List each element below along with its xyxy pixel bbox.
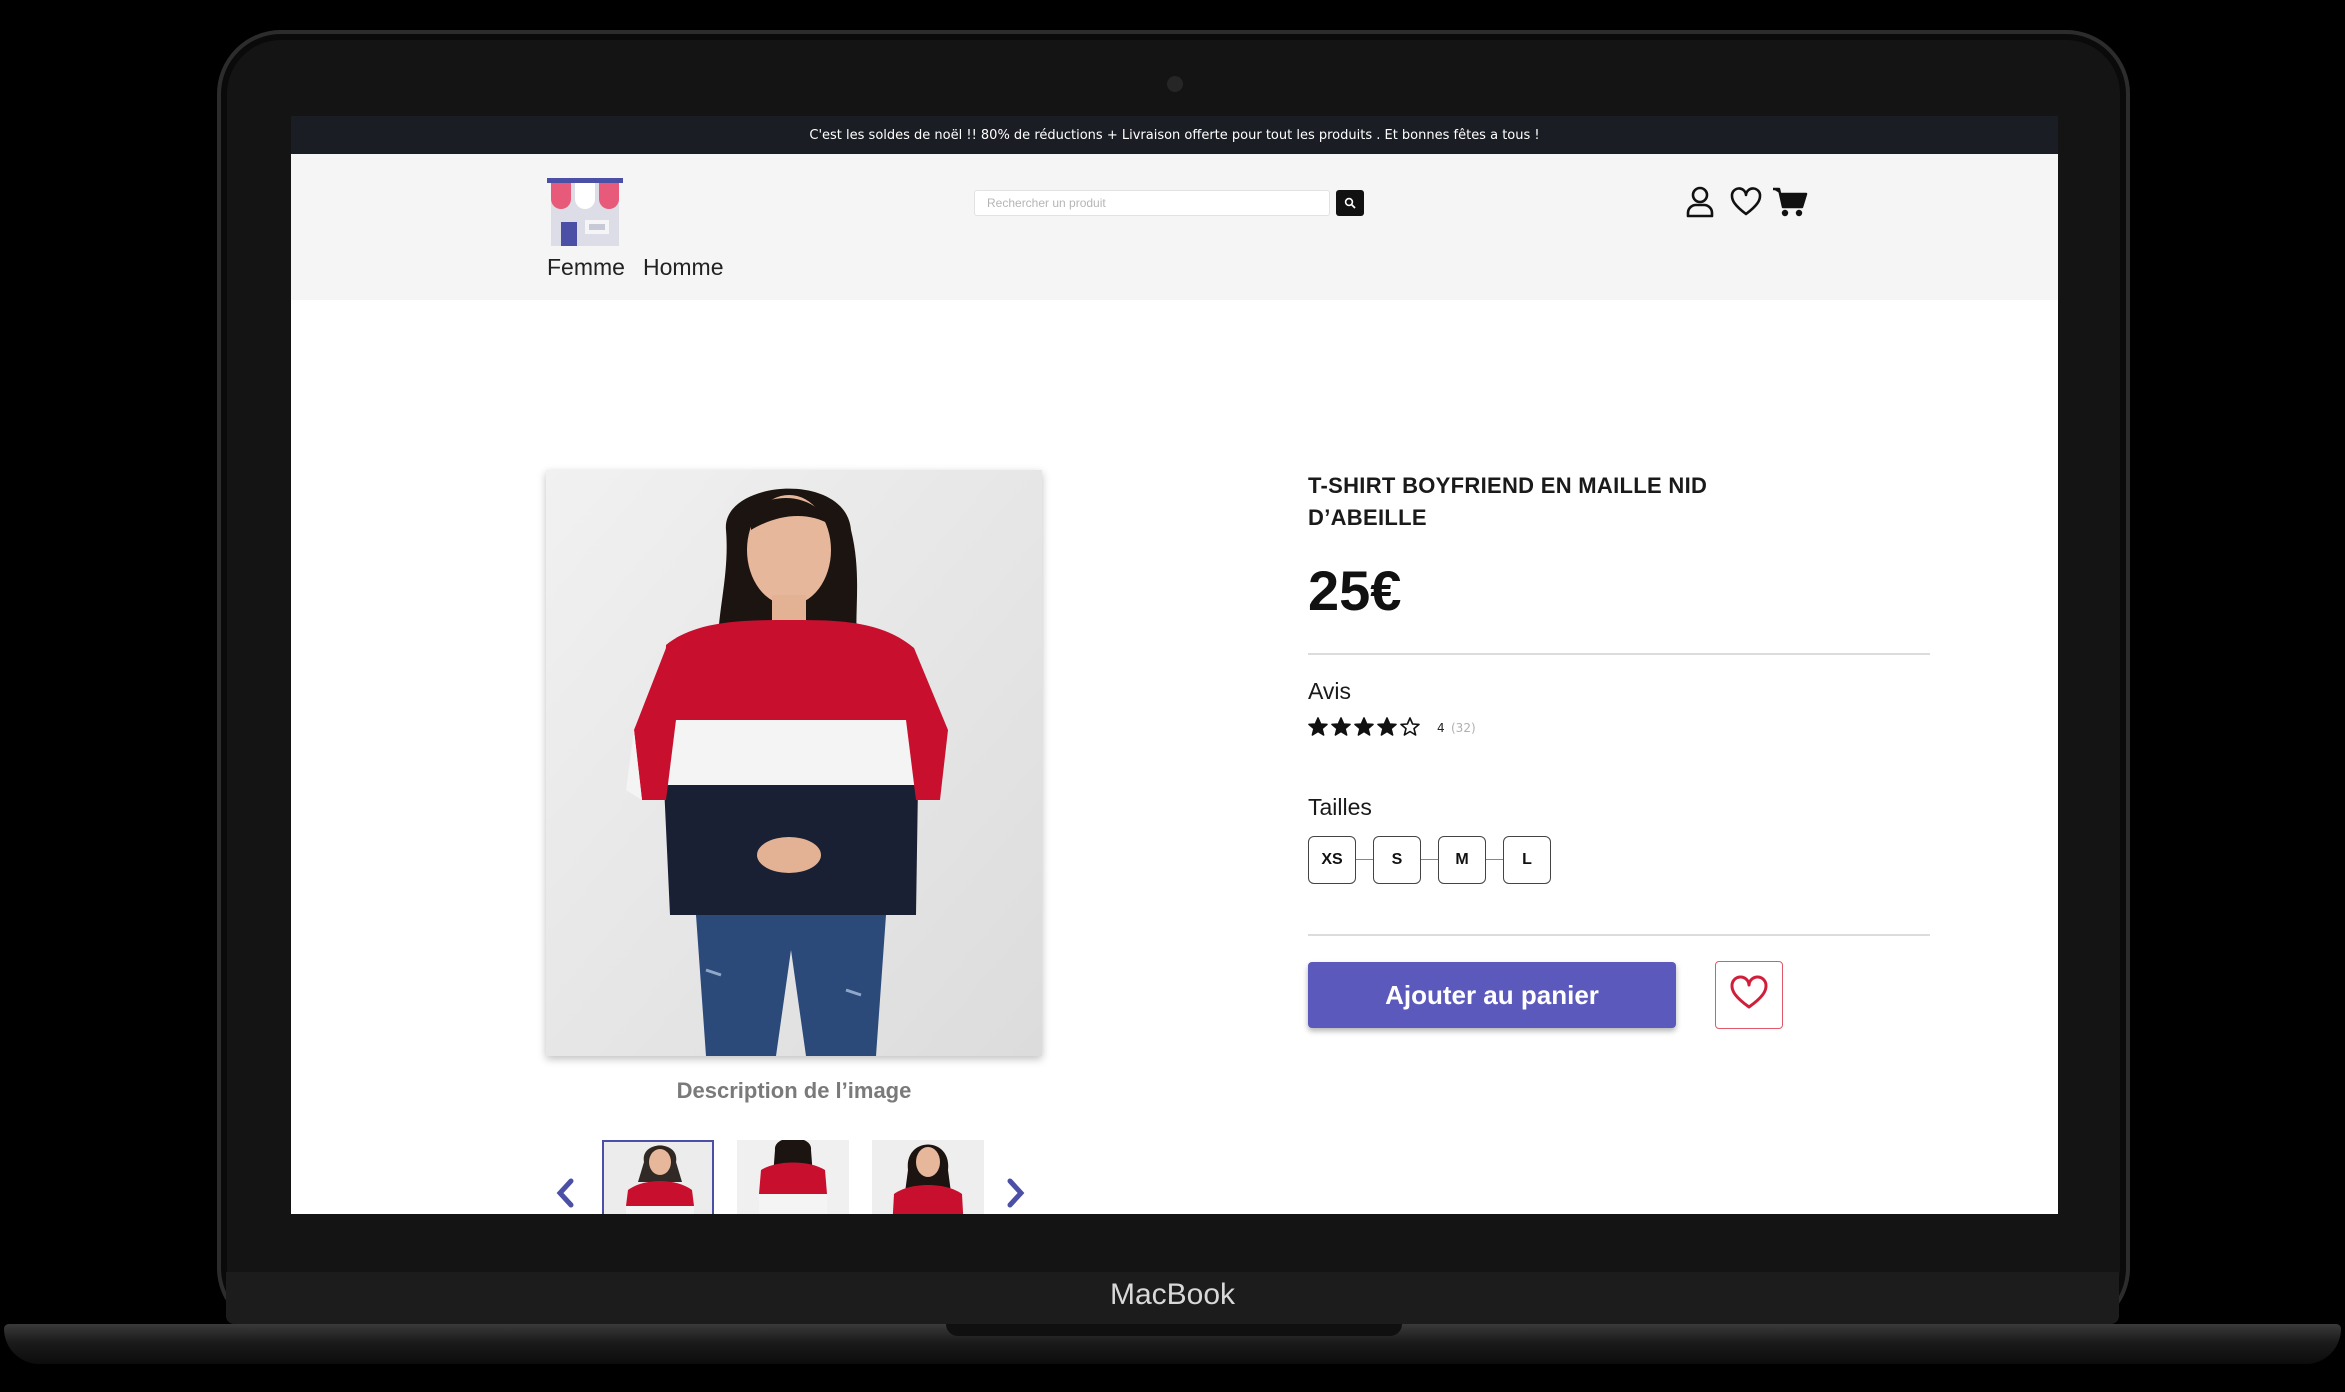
search-input[interactable]	[974, 190, 1330, 216]
shop-storefront-icon[interactable]	[547, 178, 623, 250]
device-brand-label: MacBook	[1109, 1278, 1236, 1311]
browser-viewport: C'est les soldes de noël !! 80% de réduc…	[291, 116, 2058, 1214]
nav-femme[interactable]: Femme	[547, 254, 625, 281]
chevron-right-icon[interactable]	[1006, 1178, 1026, 1212]
divider	[1308, 653, 1930, 655]
thumbnail-3[interactable]	[872, 1140, 984, 1214]
size-option-xs[interactable]: XS	[1308, 836, 1356, 884]
rating-value: 4	[1437, 721, 1445, 735]
product-main-image[interactable]	[546, 470, 1042, 1056]
user-icon[interactable]	[1685, 186, 1715, 222]
sizes-label: Tailles	[1308, 794, 1372, 820]
search-button[interactable]	[1336, 190, 1364, 216]
product-title: T-SHIRT BOYFRIEND EN MAILLE NID D’ABEILL…	[1308, 470, 1768, 534]
size-option-l[interactable]: L	[1503, 836, 1551, 884]
add-to-wishlist-button[interactable]	[1715, 961, 1783, 1029]
promo-text: C'est les soldes de noël !! 80% de réduc…	[809, 127, 1540, 143]
product-title-line-2: D’ABEILLE	[1308, 505, 1427, 530]
size-option-m[interactable]: M	[1438, 836, 1486, 884]
thumbnail-2[interactable]	[737, 1140, 849, 1214]
promo-banner: C'est les soldes de noël !! 80% de réduc…	[291, 116, 2058, 154]
laptop-notch	[946, 1324, 1402, 1336]
heart-icon[interactable]	[1730, 186, 1762, 222]
chevron-left-icon[interactable]	[555, 1178, 575, 1212]
size-option-s[interactable]: S	[1373, 836, 1421, 884]
nav-homme[interactable]: Homme	[643, 254, 724, 281]
heart-icon	[1729, 975, 1769, 1015]
star-empty-icon	[1400, 717, 1420, 741]
star-filled-icon	[1354, 717, 1374, 741]
star-filled-icon	[1377, 717, 1397, 741]
star-filled-icon	[1331, 717, 1351, 741]
product-price: 25€	[1308, 559, 1402, 622]
cart-icon[interactable]	[1772, 186, 1808, 222]
star-filled-icon	[1308, 717, 1328, 741]
thumbnail-1[interactable]	[602, 1140, 714, 1214]
review-count: (32)	[1451, 721, 1476, 735]
product-title-line-1: T-SHIRT BOYFRIEND EN MAILLE NID	[1308, 473, 1708, 498]
reviews-label: Avis	[1308, 678, 1352, 704]
image-caption: Description de l’image	[676, 1078, 912, 1103]
site-header: Femme Homme	[291, 154, 2058, 300]
divider	[1308, 934, 1930, 936]
add-to-cart-button[interactable]: Ajouter au panier	[1308, 962, 1676, 1028]
rating-stars	[1308, 717, 1420, 741]
search-icon	[1344, 194, 1356, 213]
camera-dot	[1167, 76, 1183, 92]
